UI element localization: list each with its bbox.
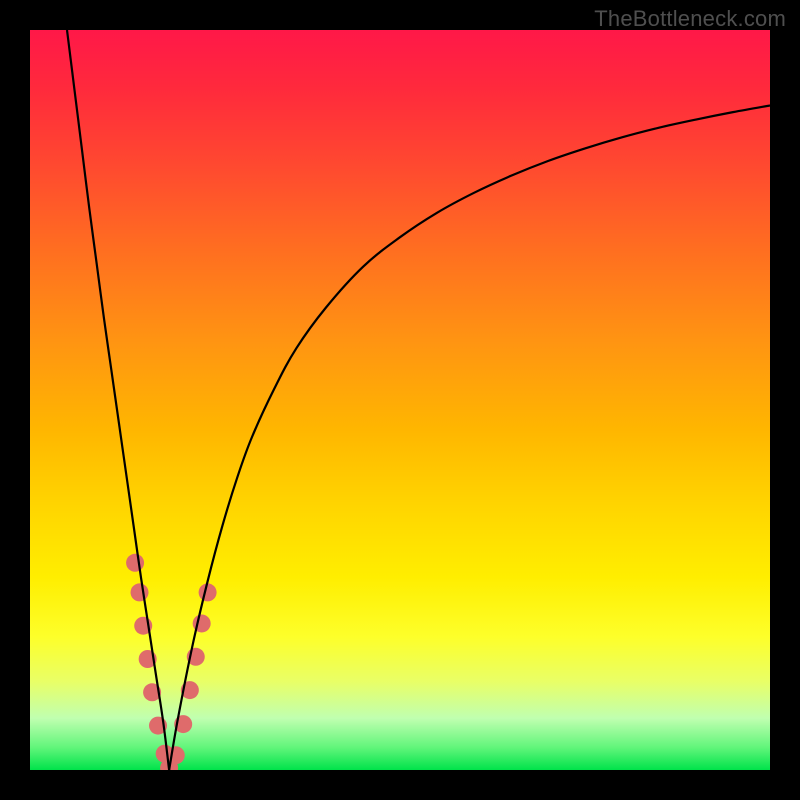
curve-markers xyxy=(126,554,217,770)
curve-marker-dot xyxy=(131,583,149,601)
curve-marker-dot xyxy=(126,554,144,572)
left-branch-curve xyxy=(67,30,169,770)
curve-layer xyxy=(30,30,770,770)
watermark-text: TheBottleneck.com xyxy=(594,6,786,32)
plot-area xyxy=(30,30,770,770)
right-branch-curve xyxy=(169,105,770,770)
chart-frame: TheBottleneck.com xyxy=(0,0,800,800)
curve-marker-dot xyxy=(199,583,217,601)
